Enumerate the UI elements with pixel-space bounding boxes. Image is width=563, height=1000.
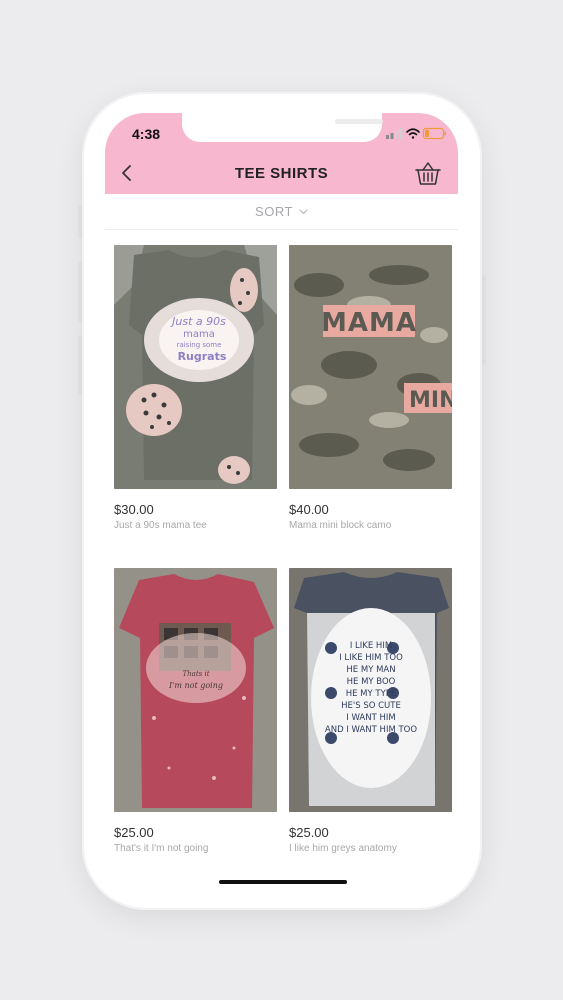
product-price: $25.00 — [289, 825, 329, 840]
wifi-icon — [406, 128, 420, 139]
product-price: $30.00 — [114, 502, 154, 517]
print-line-5: HE MY TYPE — [346, 689, 397, 699]
app-header: 4:38 TEE SHIRTS — [105, 113, 458, 194]
shopping-basket-icon[interactable] — [414, 159, 442, 187]
battery-icon — [422, 127, 446, 140]
print-line-3: raising some — [177, 341, 222, 349]
print-line-1: Just a 90s — [170, 315, 226, 328]
print-line-2: MINI — [409, 388, 452, 413]
sort-dropdown[interactable]: SORT — [105, 204, 458, 219]
chevron-down-icon — [299, 209, 308, 215]
product-card[interactable]: Just a 90s mama raising some Rugrats $30… — [114, 245, 277, 531]
page-title: TEE SHIRTS — [234, 165, 329, 182]
print-line-1: MAMA — [321, 308, 417, 338]
product-card[interactable]: Thats it I'm not going $25.00 That's it … — [114, 568, 277, 854]
sort-label: SORT — [255, 204, 293, 219]
print-line-2: I LIKE HIM TOO — [339, 653, 403, 663]
product-grid: Just a 90s mama raising some Rugrats $30… — [105, 229, 458, 886]
print-line-1: Thats it — [182, 670, 209, 678]
product-image[interactable]: Thats it I'm not going — [114, 568, 277, 812]
product-image[interactable]: I LIKE HIM I LIKE HIM TOO HE MY MAN HE M… — [289, 568, 452, 812]
product-name[interactable]: I like him greys anatomy — [289, 843, 452, 854]
sort-bar: SORT — [105, 194, 458, 230]
product-name[interactable]: Just a 90s mama tee — [114, 520, 277, 531]
power-button — [482, 275, 486, 365]
print-line-2: I'm not going — [168, 681, 223, 690]
product-price: $40.00 — [289, 502, 329, 517]
app-screen: 4:38 TEE SHIRTS SORT Just a 90s mama rai… — [105, 113, 458, 886]
product-image[interactable]: MAMA MINI — [289, 245, 452, 489]
product-name[interactable]: Mama mini block camo — [289, 520, 452, 531]
print-line-3: HE MY MAN — [346, 665, 395, 675]
status-icons — [386, 127, 446, 140]
home-indicator[interactable] — [219, 880, 347, 884]
product-card[interactable]: MAMA MINI $40.00 Mama mini block camo — [289, 245, 452, 531]
print-line-4: Rugrats — [178, 350, 227, 363]
product-image[interactable]: Just a 90s mama raising some Rugrats — [114, 245, 277, 489]
status-time: 4:38 — [132, 126, 161, 142]
product-card[interactable]: I LIKE HIM I LIKE HIM TOO HE MY MAN HE M… — [289, 568, 452, 854]
print-line-2: mama — [183, 329, 215, 340]
phone-notch — [182, 113, 383, 142]
print-line-4: HE MY BOO — [347, 677, 396, 687]
product-price: $25.00 — [114, 825, 154, 840]
speaker-grille — [335, 119, 383, 124]
print-line-8: AND I WANT HIM TOO — [325, 725, 417, 735]
print-line-7: I WANT HIM — [346, 713, 395, 723]
print-line-6: HE'S SO CUTE — [341, 701, 401, 711]
signal-icon — [386, 128, 403, 139]
print-line-1: I LIKE HIM — [350, 641, 392, 651]
product-name[interactable]: That's it I'm not going — [114, 843, 277, 854]
